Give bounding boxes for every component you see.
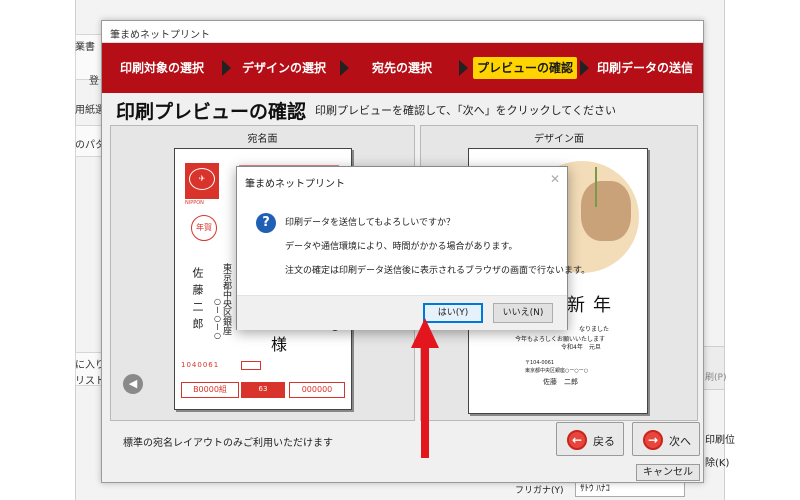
dialog-line-2: データや通信環境により、時間がかかる場合があります。	[285, 242, 518, 252]
lottery-banner: 63	[241, 382, 285, 398]
crane-icon: ✈	[189, 168, 215, 190]
honorific: 様	[271, 335, 288, 354]
dialog-question: 印刷データを送信してもよろしいですか？	[285, 218, 456, 228]
sender-address: 東京都中央区銀座○ー○ー○	[525, 368, 589, 374]
furigana-input[interactable]: ｻﾄｳ ﾊﾅｺ	[575, 481, 685, 497]
greeting-line-1: なりました	[579, 326, 610, 333]
prev-page-button[interactable]: ◀	[123, 374, 143, 394]
address-side-label: 宛名面	[247, 134, 278, 145]
dialog-title: 筆まめネットプリント	[245, 179, 345, 190]
confirm-dialog: 筆まめネットプリント ✕ ? 印刷データを送信してもよろしいですか？ データや通…	[236, 166, 590, 330]
step-send-data: 印刷データの送信	[597, 61, 694, 75]
sender-postal: 〒104-0061	[525, 360, 555, 366]
design-side-label: デザイン面	[534, 134, 584, 145]
furigana-label: フリガナ(Y)	[515, 486, 564, 496]
dialog-line-3: 注文の確定は印刷データ送信後に表示されるブラウザの画面で行ないます。	[285, 266, 591, 276]
new-year-greeting: 新年	[567, 295, 619, 316]
background-right-panel: 印刷位 除(K) 刷(P)	[703, 330, 735, 500]
step-arrow-icon	[222, 60, 231, 76]
step-destination: 宛先の選択	[372, 61, 433, 75]
page-title: 印刷プレビューの確認	[116, 101, 307, 123]
arrow-right-icon: →	[643, 430, 663, 450]
step-design: デザインの選択	[242, 61, 327, 75]
step-arrow-icon	[580, 60, 589, 76]
recipient-name: 佐藤二郎	[191, 267, 204, 335]
question-icon: ?	[256, 213, 276, 233]
lottery-group: B0000組	[181, 382, 239, 398]
nenga-mark: 年賀	[191, 215, 217, 241]
arrow-left-icon: ←	[567, 430, 587, 450]
step-print-target: 印刷対象の選択	[120, 61, 205, 75]
back-button-label: 戻る	[593, 435, 615, 448]
address-line-1: 東京都中央区銀座	[221, 263, 231, 335]
bg-label: 業書	[75, 42, 95, 53]
bg-label[interactable]: 除(K)	[705, 454, 729, 469]
lottery-number: 000000	[289, 382, 345, 398]
step-bar: 印刷対象の選択 デザインの選択 宛先の選択 プレビューの確認 印刷データの送信	[102, 43, 703, 93]
bg-label: 印刷位	[705, 435, 735, 446]
step-arrow-icon	[459, 60, 468, 76]
sender-postal-code: 1040061	[181, 361, 220, 369]
bg-label[interactable]: 刷(P)	[705, 370, 726, 383]
annotation-arrow-icon	[411, 318, 439, 458]
bamboo-leaf	[595, 167, 619, 207]
sender-name: 佐藤 二郎	[543, 378, 578, 386]
stamp-caption: NIPPON	[185, 200, 204, 206]
postal-box	[241, 361, 261, 370]
next-button-label: 次へ	[669, 435, 691, 448]
window-title: 筆まめネットプリント	[110, 30, 210, 41]
step-preview: プレビューの確認	[473, 57, 578, 79]
bg-label: 登	[89, 76, 99, 87]
step-arrow-icon	[340, 60, 349, 76]
next-button[interactable]: → 次へ	[632, 422, 700, 456]
back-button[interactable]: ← 戻る	[556, 422, 624, 456]
layout-note: 標準の宛名レイアウトのみご利用いただけます	[123, 438, 333, 449]
close-icon[interactable]: ✕	[550, 172, 560, 186]
window-titlebar: 筆まめネットプリント	[102, 21, 703, 43]
address-line-2: ○ー○ー○	[213, 297, 222, 340]
cancel-button[interactable]: キャンセル	[636, 464, 700, 481]
greeting-date: 令和4年 元旦	[561, 344, 601, 351]
page-description: 印刷プレビューを確認して、「次へ」をクリックしてください	[315, 104, 616, 117]
postage-stamp: ✈	[185, 163, 219, 199]
no-button[interactable]: いいえ(N)	[493, 303, 553, 323]
